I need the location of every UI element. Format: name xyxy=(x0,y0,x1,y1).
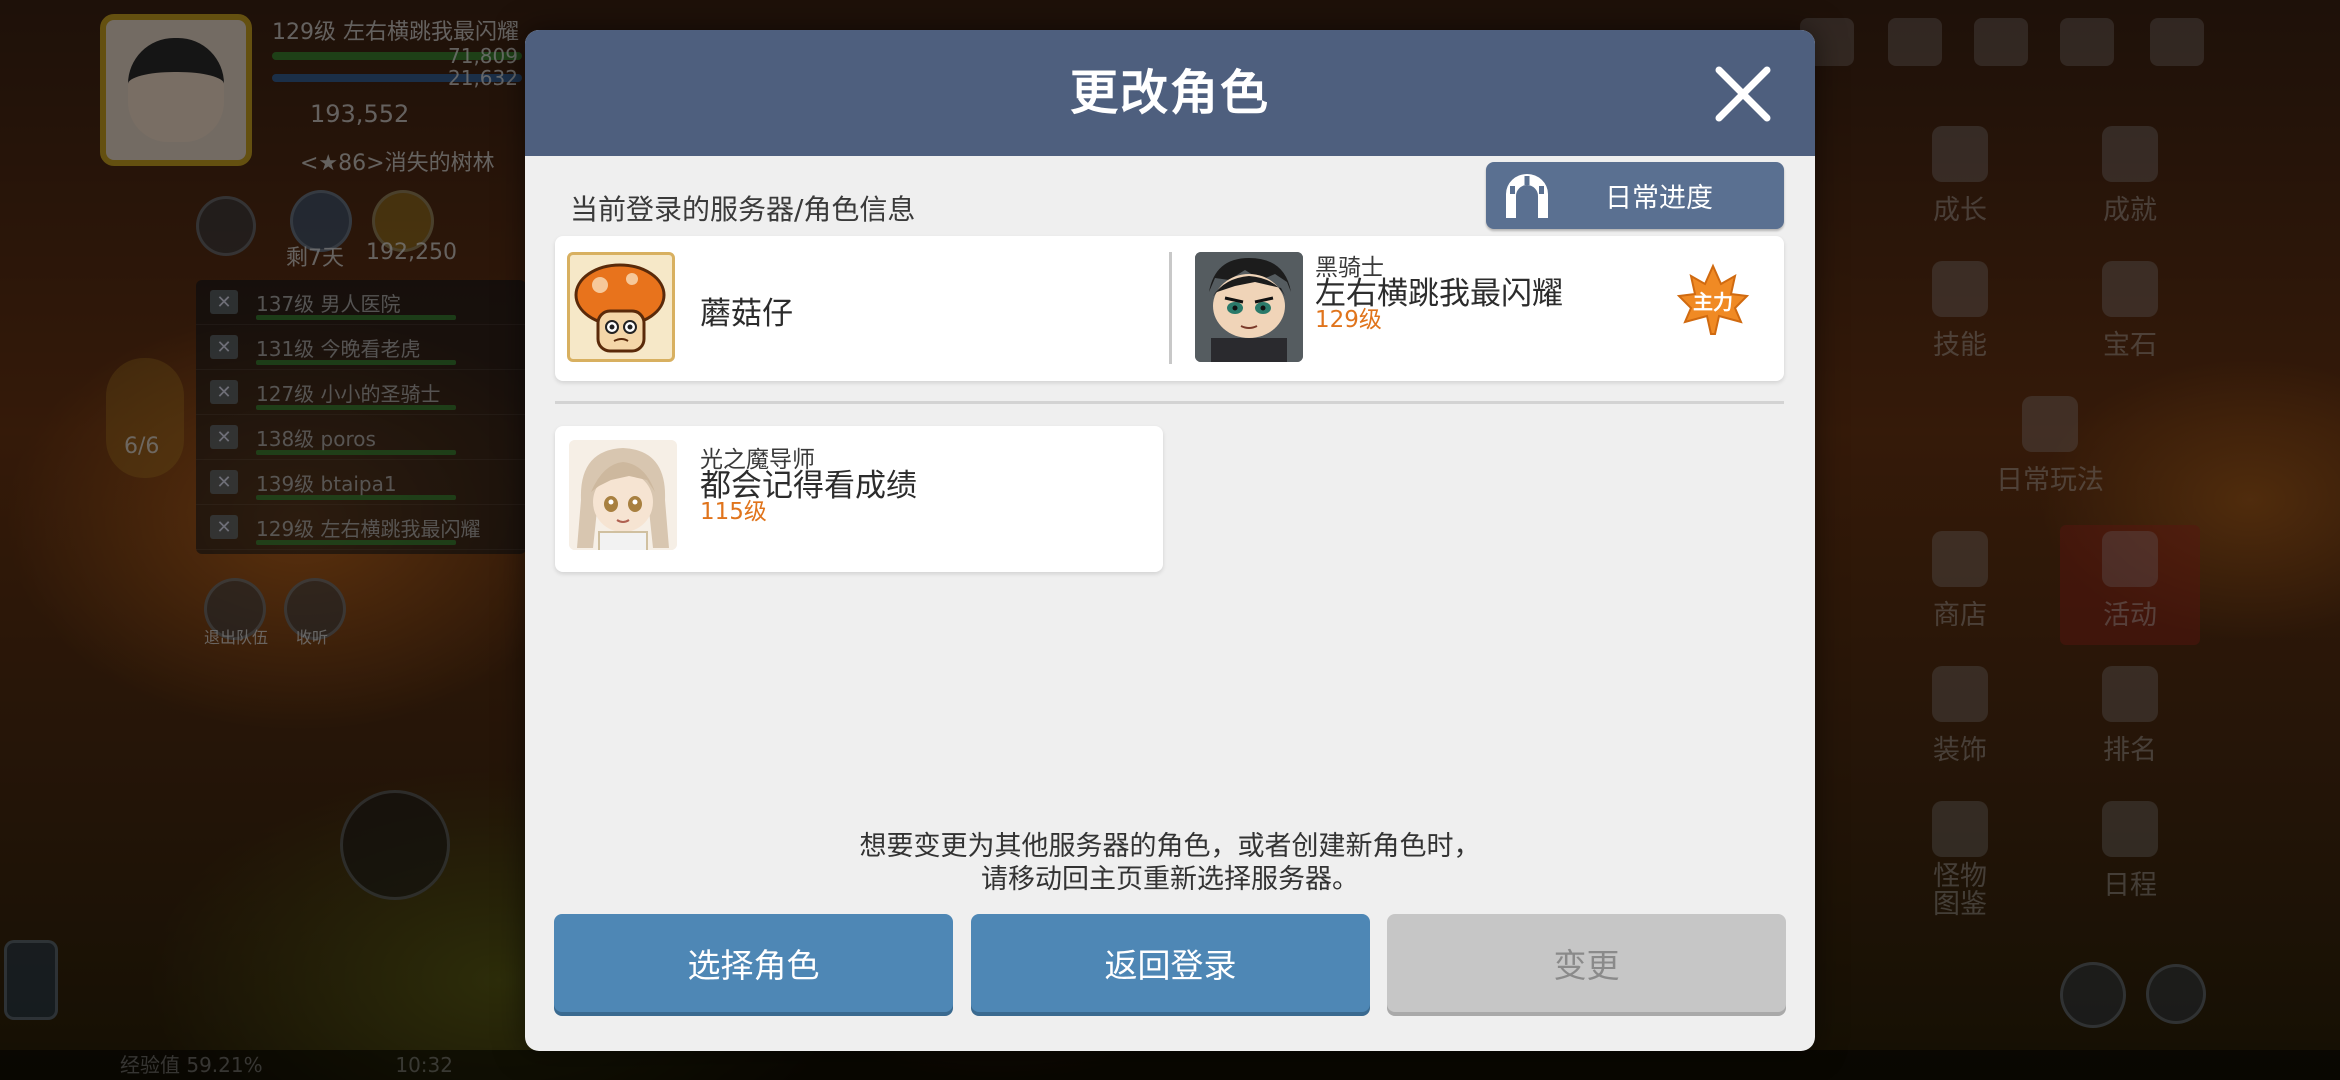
section-label: 当前登录的服务器/角色信息 xyxy=(570,193,916,226)
back-to-login-button[interactable]: 返回登录 xyxy=(971,914,1370,1012)
server-change-notice: 想要变更为其他服务器的角色，或者创建新角色时， 请移动回主页重新选择服务器。 xyxy=(525,830,1815,896)
mushroom-avatar xyxy=(567,252,675,362)
change-character-dialog: 更改角色 当前登录的服务器/角色信息 日常进度 蘑菇仔 黑骑士 左右横跳我最闪耀… xyxy=(525,30,1815,1051)
current-character-card: 蘑菇仔 黑骑士 左右横跳我最闪耀 129级 主力 xyxy=(555,236,1784,381)
select-character-button[interactable]: 选择角色 xyxy=(554,914,953,1012)
server-name: 蘑菇仔 xyxy=(700,296,793,332)
change-button[interactable]: 变更 xyxy=(1387,914,1786,1012)
character-level: 115级 xyxy=(700,499,767,525)
arch-icon xyxy=(1506,173,1548,218)
main-character-badge: 主力 xyxy=(1675,262,1751,338)
daily-progress-label: 日常进度 xyxy=(1605,183,1713,214)
dark-knight-avatar xyxy=(1195,252,1303,362)
dialog-title: 更改角色 xyxy=(1069,65,1270,121)
section-divider xyxy=(555,401,1784,404)
daily-progress-button[interactable]: 日常进度 xyxy=(1486,162,1784,229)
main-badge-label: 主力 xyxy=(1693,290,1733,314)
notice-line-2: 请移动回主页重新选择服务器。 xyxy=(981,864,1359,895)
dialog-header: 更改角色 xyxy=(525,30,1815,156)
character-card[interactable]: 光之魔导师 都会记得看成绩 115级 xyxy=(555,426,1163,572)
current-character-level: 129级 xyxy=(1315,307,1382,333)
card-divider xyxy=(1169,252,1172,364)
close-icon[interactable] xyxy=(1711,62,1775,126)
luminous-avatar xyxy=(569,440,677,550)
notice-line-1: 想要变更为其他服务器的角色，或者创建新角色时， xyxy=(859,831,1481,862)
